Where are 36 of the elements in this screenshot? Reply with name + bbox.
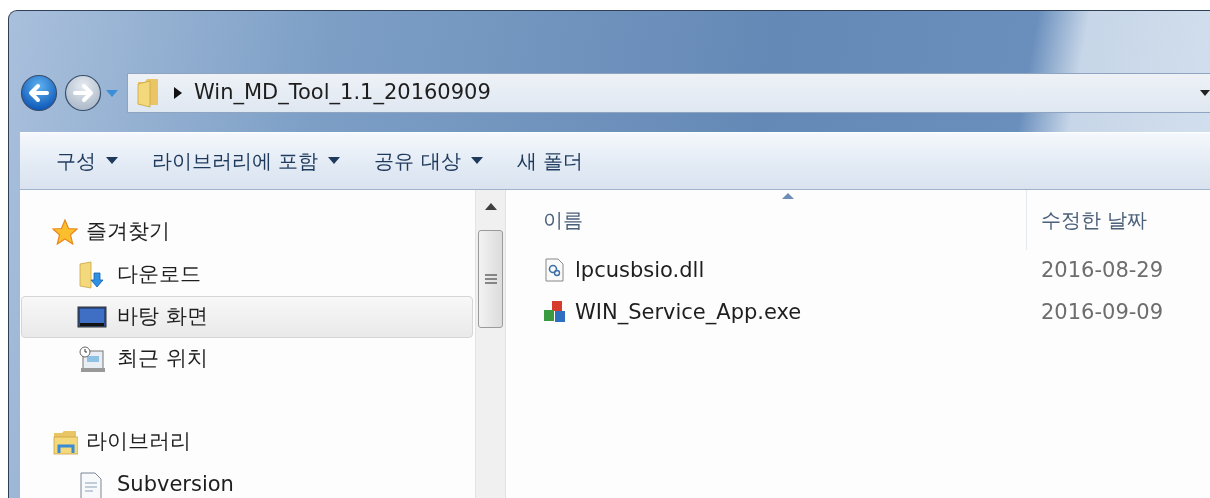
toolbar-button[interactable]: 구성: [50, 142, 146, 180]
breadcrumb-arrow-icon[interactable]: [174, 87, 182, 99]
file-name[interactable]: lpcusbsio.dll: [506, 255, 1026, 287]
star-icon: [52, 219, 78, 245]
file-date: 2016-09-09: [1040, 299, 1164, 327]
address-dropdown-icon[interactable]: [1200, 89, 1210, 97]
scrollbar[interactable]: [475, 190, 505, 498]
column-header[interactable]: 이름: [506, 190, 1026, 250]
sidebar-item[interactable]: 최근 위치: [21, 338, 473, 380]
scroll-up-icon[interactable]: [484, 202, 497, 210]
caret-icon: [106, 157, 118, 165]
file-name[interactable]: WIN_Service_App.exe: [506, 297, 1026, 329]
sidebar-group-header[interactable]: 즐겨찾기: [20, 210, 475, 254]
monitor-icon: [77, 303, 107, 331]
sidebar-item[interactable]: 바탕 화면: [21, 296, 473, 338]
forward-button[interactable]: [64, 74, 102, 112]
file-date: 2016-08-29: [1040, 257, 1164, 285]
sidebar-group-header[interactable]: 라이브러리: [20, 420, 475, 464]
address-bar[interactable]: Win_MD_Tool_1.1_20160909: [127, 73, 1210, 113]
folder-download-icon: [77, 261, 107, 289]
library-folder-icon: [52, 429, 78, 455]
sort-ascending-icon: [781, 192, 794, 199]
scroll-thumb[interactable]: [478, 230, 503, 328]
breadcrumb-item[interactable]: Win_MD_Tool_1.1_20160909: [194, 77, 491, 109]
gear-document-icon: [543, 258, 567, 284]
toolbar-button[interactable]: 라이브러리에 포함: [146, 142, 369, 180]
recent-places-icon: [77, 345, 107, 373]
sidebar-item[interactable]: 다운로드: [21, 254, 473, 296]
toolbar-button[interactable]: 공유 대상: [368, 142, 511, 180]
caret-icon: [470, 157, 483, 165]
back-button[interactable]: [20, 74, 58, 112]
toolbar-button[interactable]: 새 폴더: [510, 142, 612, 180]
caret-icon: [328, 157, 341, 165]
grip-icon: [484, 274, 497, 284]
sidebar-item[interactable]: Subversion: [21, 464, 473, 498]
column-header[interactable]: 수정한 날짜: [1026, 190, 1148, 250]
